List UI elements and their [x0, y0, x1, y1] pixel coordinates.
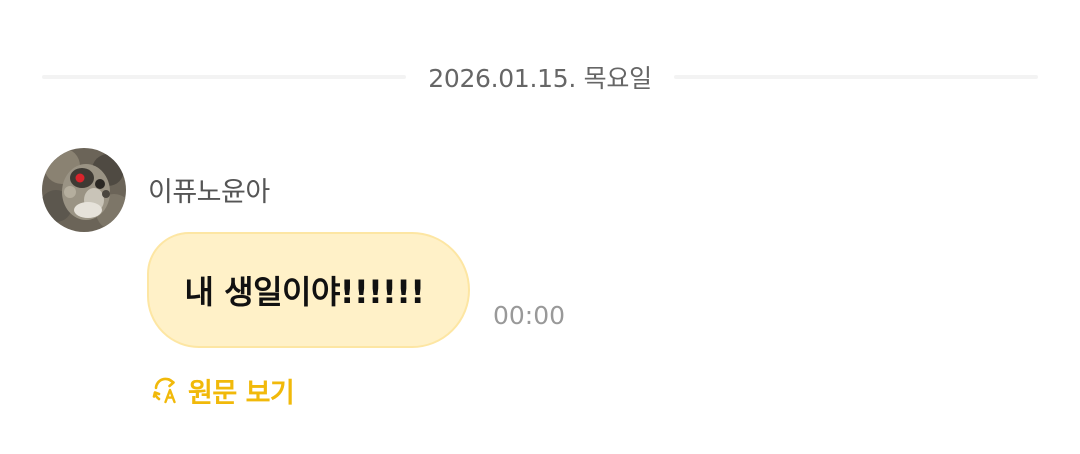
avatar-image — [42, 148, 126, 232]
sender-avatar[interactable] — [42, 148, 126, 232]
translate-refresh-icon — [152, 377, 176, 404]
date-divider: 2026.01.15. 목요일 — [42, 56, 1039, 98]
message-time: 00:00 — [493, 301, 566, 330]
message-text: 내 생일이야!!!!!! — [184, 273, 425, 311]
view-original-label: 원문 보기 — [188, 377, 295, 409]
chat-screen: 2026.01.15. 목요일 이퓨노윤아 내 생일이야!!!!!! 00:00 — [0, 0, 1080, 454]
divider-line-left — [42, 75, 407, 79]
sender-name[interactable]: 이퓨노윤아 — [148, 170, 270, 209]
divider-line-right — [673, 75, 1039, 79]
view-original-button[interactable]: 원문 보기 — [150, 370, 295, 410]
message-bubble[interactable]: 내 생일이야!!!!!! — [147, 232, 470, 348]
date-label: 2026.01.15. 목요일 — [428, 64, 652, 93]
